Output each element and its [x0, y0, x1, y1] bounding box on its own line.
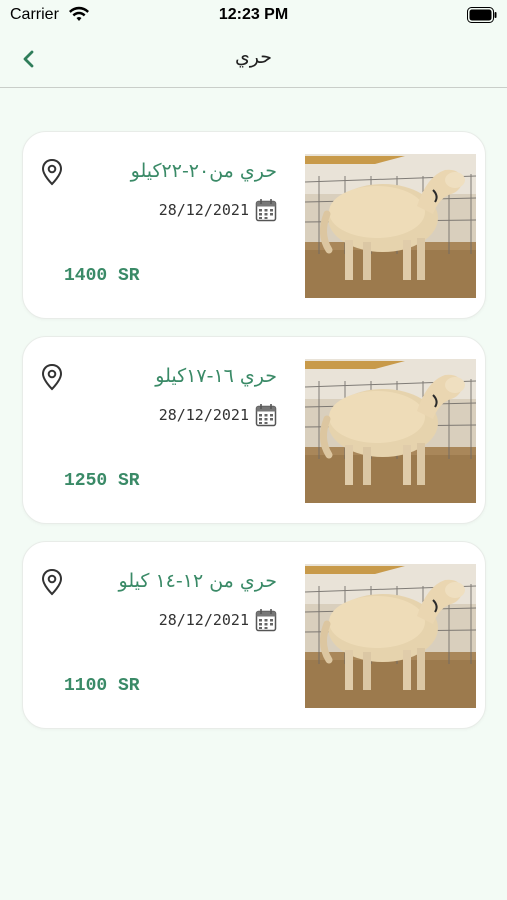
listing-image: [305, 564, 476, 708]
sheep-photo: [305, 154, 476, 298]
listing-title: حري من ١٢-١٤ كيلو: [118, 570, 277, 592]
page-title: حري: [234, 46, 273, 68]
calendar-icon: [255, 199, 277, 222]
location-pin-icon[interactable]: [40, 158, 64, 186]
listing-date-row: 28/12/2021: [159, 198, 277, 222]
listing-date: 28/12/2021: [158, 201, 249, 219]
listing-price: 1250 SR: [64, 471, 140, 491]
battery-icon: [467, 7, 497, 23]
location-pin-icon[interactable]: [40, 363, 64, 391]
calendar-icon: [255, 609, 277, 632]
listing-date-row: 28/12/2021: [159, 608, 277, 632]
sheep-photo: [305, 564, 476, 708]
sheep-photo: [305, 359, 476, 503]
listing-card[interactable]: حري من ١٢-١٤ كيلو 28/12/2021 1100 SR: [22, 541, 486, 729]
navigation-bar: حري: [0, 32, 507, 88]
listing-title: حري ١٦-١٧كيلو: [155, 365, 277, 387]
listing-date-row: 28/12/2021: [159, 403, 277, 427]
listing-card[interactable]: حري من٢٠-٢٢كيلو 28/12/2021 1400 SR: [22, 131, 486, 319]
listing-card[interactable]: حري ١٦-١٧كيلو 28/12/2021 1250 SR: [22, 336, 486, 524]
listing-image: [305, 359, 476, 503]
location-pin-icon[interactable]: [40, 568, 64, 596]
listing-title: حري من٢٠-٢٢كيلو: [130, 160, 277, 182]
listing-image: [305, 154, 476, 298]
listing-price: 1100 SR: [64, 676, 140, 696]
listing-price: 1400 SR: [64, 266, 140, 286]
status-bar: Carrier 12:23 PM: [0, 0, 507, 32]
calendar-icon: [255, 404, 277, 427]
listing-date: 28/12/2021: [158, 406, 249, 424]
listing-date: 28/12/2021: [158, 611, 249, 629]
clock-time: 12:23 PM: [218, 6, 289, 23]
